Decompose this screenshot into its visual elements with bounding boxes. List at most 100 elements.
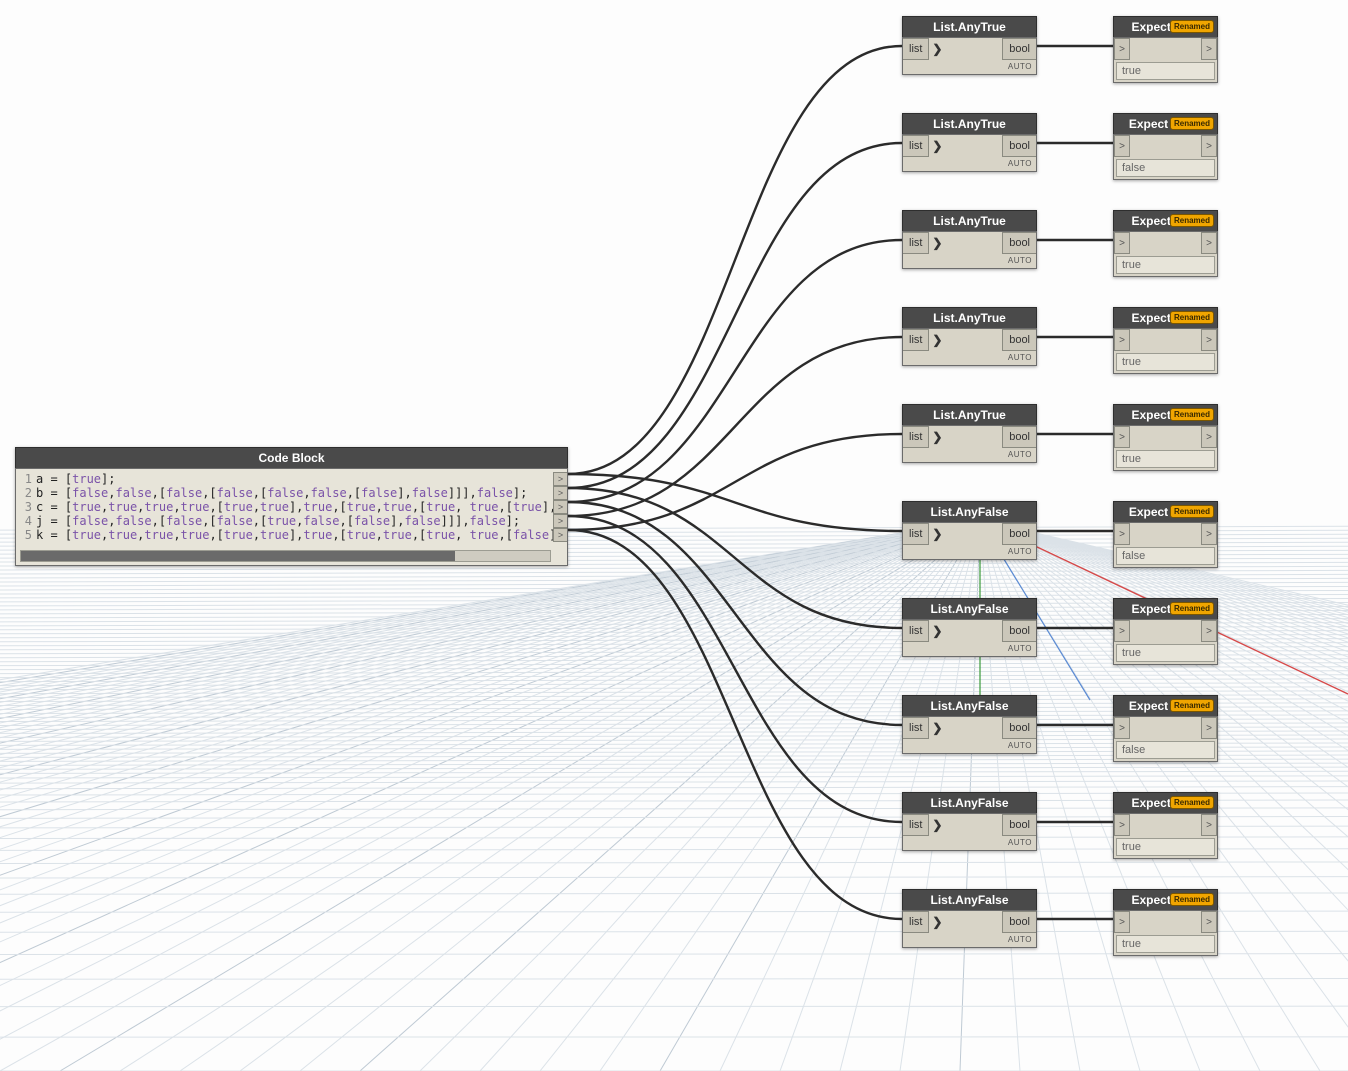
node-title: Expect TrueRenamed	[1113, 889, 1218, 910]
code-block-text[interactable]: 1a = [true]; 2b = [false,false,[false,[f…	[16, 469, 567, 550]
chevron-right-icon: ❯	[929, 814, 945, 836]
output-port[interactable]: >	[1201, 717, 1217, 739]
node-title: Expect FalseRenamed	[1113, 695, 1218, 716]
output-port-bool[interactable]: bool	[1002, 523, 1036, 545]
output-port[interactable]: >	[1201, 426, 1217, 448]
list-node[interactable]: List.AnyFalselist❯ boolAUTO	[902, 889, 1037, 948]
expect-node[interactable]: Expect FalseRenamed>>false	[1113, 695, 1218, 762]
expect-node[interactable]: Expect TrueRenamed>>true	[1113, 16, 1218, 83]
chevron-right-icon: ❯	[929, 717, 945, 739]
chevron-right-icon: ❯	[929, 38, 945, 60]
node-title: List.AnyFalse	[902, 695, 1037, 716]
code-block-output-port[interactable]: >	[553, 528, 567, 542]
list-node[interactable]: List.AnyFalselist❯boolAUTO	[902, 501, 1037, 560]
expect-node[interactable]: Expect TrueRenamed>>true	[1113, 598, 1218, 665]
input-port[interactable]: >	[1114, 232, 1130, 254]
expect-node[interactable]: Expect TrueRenamed>>true	[1113, 889, 1218, 956]
renamed-badge: Renamed	[1170, 408, 1214, 421]
list-node[interactable]: List.AnyTruelist❯boolAUTO	[902, 113, 1037, 172]
input-port-list[interactable]: list	[903, 911, 929, 933]
code-block-scrollbar[interactable]	[20, 550, 551, 562]
input-port-list[interactable]: list	[903, 426, 929, 448]
input-port-list[interactable]: list	[903, 329, 929, 351]
output-port[interactable]: >	[1201, 620, 1217, 642]
output-port[interactable]: >	[1201, 329, 1217, 351]
chevron-right-icon: ❯	[929, 523, 945, 545]
input-port-list[interactable]: list	[903, 38, 929, 60]
expect-node[interactable]: Expect TrueRenamed>>true	[1113, 792, 1218, 859]
expect-node[interactable]: Expect TrueRenamed>>true	[1113, 210, 1218, 277]
node-title: List.AnyFalse	[902, 889, 1037, 910]
input-port[interactable]: >	[1114, 426, 1130, 448]
code-block-output-port[interactable]: >	[553, 514, 567, 528]
output-port-bool[interactable]: bool	[1002, 329, 1036, 351]
list-node[interactable]: List.AnyTruelist❯boolAUTO	[902, 16, 1037, 75]
code-block-output-port[interactable]: >	[553, 486, 567, 500]
node-title: Expect TrueRenamed	[1113, 598, 1218, 619]
input-port[interactable]: >	[1114, 38, 1130, 60]
expect-value: false	[1116, 547, 1215, 565]
node-title: Expect TrueRenamed	[1113, 404, 1218, 425]
node-title: List.AnyTrue	[902, 404, 1037, 425]
output-port[interactable]: >	[1201, 38, 1217, 60]
renamed-badge: Renamed	[1170, 699, 1214, 712]
output-port-bool[interactable]: bool	[1002, 911, 1036, 933]
lacing-mode: AUTO	[903, 157, 1036, 171]
input-port-list[interactable]: list	[903, 717, 929, 739]
code-block-output-port[interactable]: >	[553, 472, 567, 486]
input-port[interactable]: >	[1114, 911, 1130, 933]
renamed-badge: Renamed	[1170, 602, 1214, 615]
expect-node[interactable]: Expect TrueRenamed>>true	[1113, 404, 1218, 471]
input-port-list[interactable]: list	[903, 232, 929, 254]
lacing-mode: AUTO	[903, 642, 1036, 656]
output-port[interactable]: >	[1201, 911, 1217, 933]
node-title: List.AnyTrue	[902, 307, 1037, 328]
output-port-bool[interactable]: bool	[1002, 135, 1036, 157]
input-port[interactable]: >	[1114, 814, 1130, 836]
output-port-bool[interactable]: bool	[1002, 814, 1036, 836]
output-port[interactable]: >	[1201, 135, 1217, 157]
lacing-mode: AUTO	[903, 933, 1036, 947]
expect-node[interactable]: Expect TrueRenamed>>true	[1113, 307, 1218, 374]
chevron-right-icon: ❯	[929, 426, 945, 448]
output-port-bool[interactable]: bool	[1002, 38, 1036, 60]
expect-node[interactable]: Expect FalseRenamed>>false	[1113, 501, 1218, 568]
input-port-list[interactable]: list	[903, 814, 929, 836]
output-port-bool[interactable]: bool	[1002, 426, 1036, 448]
output-port[interactable]: >	[1201, 814, 1217, 836]
list-node[interactable]: List.AnyFalselist❯boolAUTO	[902, 695, 1037, 754]
input-port[interactable]: >	[1114, 329, 1130, 351]
expect-value: true	[1116, 353, 1215, 371]
list-node[interactable]: List.AnyTruelist❯boolAUTO	[902, 307, 1037, 366]
code-block-node[interactable]: Code Block 1a = [true]; 2b = [false,fals…	[15, 447, 568, 566]
node-title: Expect TrueRenamed	[1113, 792, 1218, 813]
code-block-body[interactable]: 1a = [true]; 2b = [false,false,[false,[f…	[15, 468, 568, 566]
input-port-list[interactable]: list	[903, 523, 929, 545]
input-port[interactable]: >	[1114, 523, 1130, 545]
lacing-mode: AUTO	[903, 60, 1036, 74]
input-port[interactable]: >	[1114, 717, 1130, 739]
output-port[interactable]: >	[1201, 523, 1217, 545]
renamed-badge: Renamed	[1170, 20, 1214, 33]
node-title: Expect TrueRenamed	[1113, 16, 1218, 37]
input-port[interactable]: >	[1114, 620, 1130, 642]
expect-value: true	[1116, 256, 1215, 274]
chevron-right-icon: ❯	[929, 911, 945, 933]
output-port[interactable]: >	[1201, 232, 1217, 254]
input-port[interactable]: >	[1114, 135, 1130, 157]
node-title: Code Block	[15, 447, 568, 468]
expect-node[interactable]: Expect FalseRenamed>>false	[1113, 113, 1218, 180]
input-port-list[interactable]: list	[903, 135, 929, 157]
output-port-bool[interactable]: bool	[1002, 232, 1036, 254]
list-node[interactable]: List.AnyTruelist❯boolAUTO	[902, 404, 1037, 463]
code-block-output-port[interactable]: >	[553, 500, 567, 514]
list-node[interactable]: List.AnyTruelist❯boolAUTO	[902, 210, 1037, 269]
list-node[interactable]: List.AnyFalselist❯boolAUTO	[902, 792, 1037, 851]
lacing-mode: AUTO	[903, 545, 1036, 559]
list-node[interactable]: List.AnyFalselist❯boolAUTO	[902, 598, 1037, 657]
output-port-bool[interactable]: bool	[1002, 620, 1036, 642]
renamed-badge: Renamed	[1170, 214, 1214, 227]
lacing-mode: AUTO	[903, 836, 1036, 850]
output-port-bool[interactable]: bool	[1002, 717, 1036, 739]
input-port-list[interactable]: list	[903, 620, 929, 642]
